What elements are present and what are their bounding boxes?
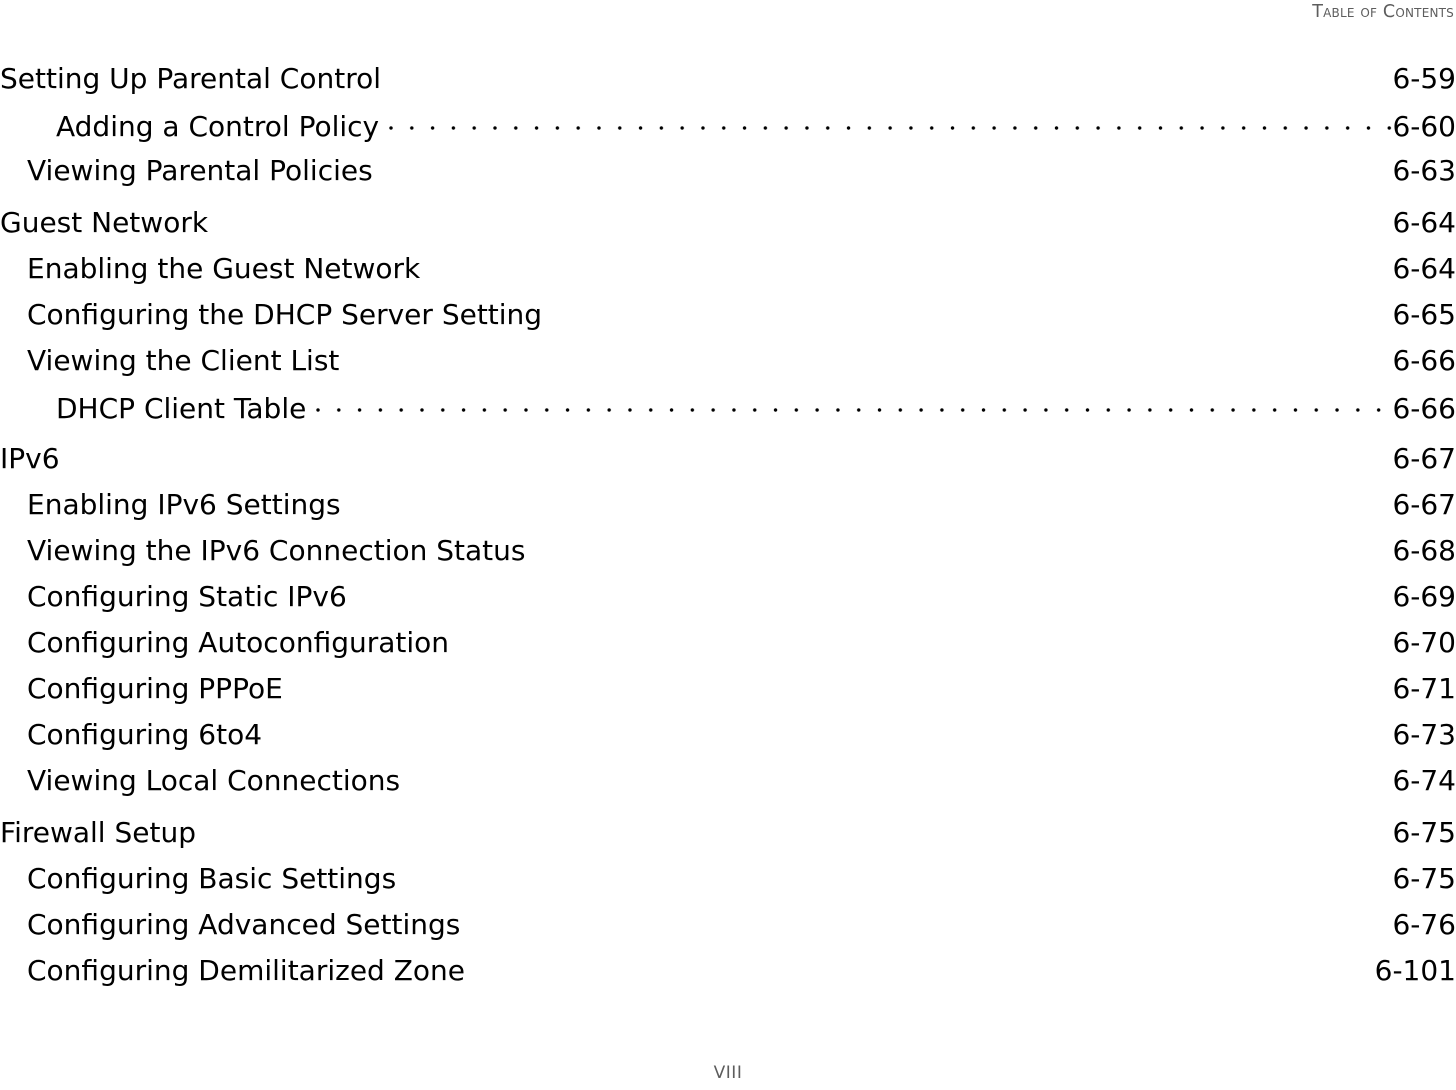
toc-entry[interactable]: Firewall Setup 6-75: [0, 816, 1456, 862]
toc-entry[interactable]: Setting Up Parental Control 6-59: [0, 62, 1456, 108]
toc-entry-page-number: 6-64: [1392, 252, 1456, 285]
toc-entry-page-number: 6-69: [1392, 580, 1456, 613]
toc-entry[interactable]: Configuring the DHCP Server Setting 6-65: [0, 298, 1456, 344]
toc-spacer: [60, 467, 1393, 468]
toc-entry-page-number: 6-66: [1392, 392, 1456, 425]
toc-entry-title: Configuring 6to4: [27, 718, 263, 751]
toc-entry-page-number: 6-101: [1374, 954, 1456, 987]
toc-entry-title: Setting Up Parental Control: [0, 62, 382, 95]
running-header: Table of Contents: [0, 0, 1456, 30]
toc-entry[interactable]: Guest Network 6-64: [0, 206, 1456, 252]
toc-entry-title: Adding a Control Policy: [56, 110, 380, 143]
toc-spacer: [542, 323, 1392, 324]
page-footer: VIII: [0, 1062, 1456, 1084]
toc-entry-page-number: 6-67: [1392, 488, 1456, 521]
toc-spacer: [339, 369, 1392, 370]
toc-entry-page-number: 6-75: [1392, 816, 1456, 849]
toc-spacer: [283, 697, 1393, 698]
toc-entry[interactable]: Configuring Autoconfiguration 6-70: [0, 626, 1456, 672]
toc-entry[interactable]: Configuring Demilitarized Zone 6-101: [0, 954, 1456, 1000]
toc-entry-page-number: 6-71: [1392, 672, 1456, 705]
toc-entry-page-number: 6-75: [1392, 862, 1456, 895]
toc-entry-title: Enabling IPv6 Settings: [27, 488, 341, 521]
toc-entry-title: Viewing the Client List: [27, 344, 340, 377]
toc-dot-leader: [389, 108, 1393, 136]
toc-entry-title: Enabling the Guest Network: [27, 252, 421, 285]
toc-entry[interactable]: IPv6 6-67: [0, 442, 1456, 488]
toc-entry-page-number: 6-73: [1392, 718, 1456, 751]
toc-spacer: [525, 559, 1392, 560]
toc-entry[interactable]: Configuring PPPoE 6-71: [0, 672, 1456, 718]
toc-entry[interactable]: Configuring 6to4 6-73: [0, 718, 1456, 764]
toc-entry[interactable]: Adding a Control Policy 6-60: [0, 108, 1456, 154]
toc-entry-page-number: 6-66: [1392, 344, 1456, 377]
toc-entry-title: Configuring PPPoE: [27, 672, 283, 705]
toc-entry[interactable]: Viewing Parental Policies 6-63: [0, 154, 1456, 200]
toc-spacer: [381, 87, 1392, 88]
toc-spacer: [420, 277, 1392, 278]
toc-entry-title: Configuring Autoconfiguration: [27, 626, 450, 659]
toc-spacer: [465, 979, 1375, 980]
toc-entry-title: Viewing Local Connections: [27, 764, 401, 797]
toc-spacer: [347, 605, 1393, 606]
toc-entry-title: Firewall Setup: [0, 816, 196, 849]
toc-entry-page-number: 6-60: [1392, 110, 1456, 143]
toc-spacer: [208, 231, 1392, 232]
toc-spacer: [373, 179, 1393, 180]
toc-entry-page-number: 6-74: [1392, 764, 1456, 797]
toc-entry-title: Configuring Basic Settings: [27, 862, 397, 895]
toc-spacer: [449, 651, 1392, 652]
toc-spacer: [400, 789, 1392, 790]
toc-entry-title: Configuring Demilitarized Zone: [27, 954, 466, 987]
toc-entry[interactable]: Enabling IPv6 Settings 6-67: [0, 488, 1456, 534]
toc-spacer: [262, 743, 1392, 744]
table-of-contents-list: Setting Up Parental Control 6-59 Adding a …: [0, 62, 1456, 1000]
toc-entry-page-number: 6-65: [1392, 298, 1456, 331]
toc-entry-title: Configuring the DHCP Server Setting: [27, 298, 543, 331]
footer-page-number: VIII: [713, 1063, 743, 1083]
toc-entry-page-number: 6-64: [1392, 206, 1456, 239]
toc-entry[interactable]: Configuring Static IPv6 6-69: [0, 580, 1456, 626]
toc-dot-leader: [316, 390, 1393, 418]
toc-entry-title: Viewing Parental Policies: [27, 154, 373, 187]
toc-entry-page-number: 6-76: [1392, 908, 1456, 941]
toc-entry[interactable]: Enabling the Guest Network 6-64: [0, 252, 1456, 298]
toc-entry[interactable]: Viewing the IPv6 Connection Status 6-68: [0, 534, 1456, 580]
toc-entry-page-number: 6-59: [1392, 62, 1456, 95]
toc-spacer: [396, 887, 1392, 888]
running-header-title: Table of Contents: [1312, 2, 1454, 22]
toc-entry-title: Configuring Static IPv6: [27, 580, 347, 613]
toc-spacer: [196, 841, 1392, 842]
toc-spacer: [460, 933, 1392, 934]
toc-entry-page-number: 6-70: [1392, 626, 1456, 659]
toc-entry-page-number: 6-68: [1392, 534, 1456, 567]
toc-entry-title: IPv6: [0, 442, 60, 475]
toc-entry-title: Guest Network: [0, 206, 209, 239]
toc-entry-title: Configuring Advanced Settings: [27, 908, 461, 941]
toc-entry[interactable]: Viewing Local Connections 6-74: [0, 764, 1456, 810]
toc-entry-page-number: 6-63: [1392, 154, 1456, 187]
toc-entry[interactable]: DHCP Client Table 6-66: [0, 390, 1456, 436]
toc-spacer: [341, 513, 1393, 514]
toc-entry[interactable]: Viewing the Client List 6-66: [0, 344, 1456, 390]
toc-entry-title: DHCP Client Table: [56, 392, 307, 425]
toc-entry-page-number: 6-67: [1392, 442, 1456, 475]
toc-entry-title: Viewing the IPv6 Connection Status: [27, 534, 526, 567]
toc-entry[interactable]: Configuring Advanced Settings 6-76: [0, 908, 1456, 954]
toc-entry[interactable]: Configuring Basic Settings 6-75: [0, 862, 1456, 908]
